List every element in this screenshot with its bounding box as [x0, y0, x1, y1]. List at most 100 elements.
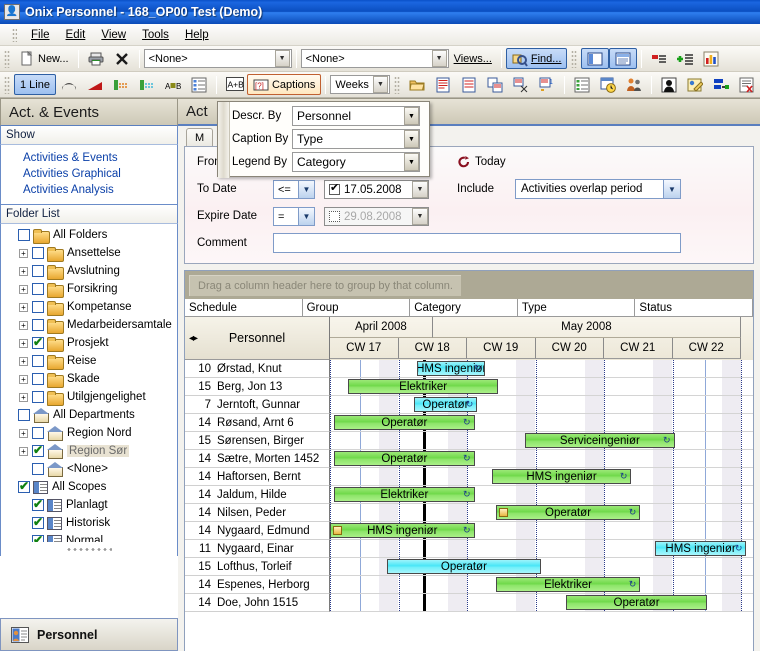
views-button[interactable]: Views... [449, 48, 497, 69]
chevron-down-icon[interactable]: ▼ [404, 107, 419, 125]
line-mode-button[interactable]: 1 Line [14, 74, 56, 95]
tree-checkbox[interactable] [32, 355, 44, 367]
column-header[interactable]: Group [302, 299, 411, 317]
tree-checkbox[interactable] [32, 515, 44, 529]
sidebar-resize-grip[interactable] [0, 542, 178, 556]
tree-item[interactable]: + Kompetanse [1, 298, 177, 316]
expand-icon[interactable]: + [19, 428, 28, 438]
gantt-bar[interactable]: Operatør ↻ [334, 451, 475, 466]
comment-input[interactable] [273, 233, 681, 253]
popup-drag-grip[interactable] [218, 102, 230, 178]
print-button[interactable] [83, 48, 109, 69]
tab-main[interactable]: M [186, 128, 214, 146]
timescale-combo[interactable]: Weeks ▼ [330, 75, 390, 94]
expand-icon[interactable]: + [19, 338, 28, 348]
calendar-dropdown-icon[interactable]: ▼ [412, 208, 428, 225]
details-list-button[interactable] [186, 74, 212, 95]
expand-icon[interactable]: + [19, 266, 28, 276]
new-button[interactable]: New... [14, 48, 74, 69]
expand-icon[interactable]: + [19, 284, 28, 294]
chevron-down-icon[interactable]: ▼ [431, 50, 447, 67]
sidebar-footer-personnel[interactable]: Personnel [0, 618, 178, 651]
filter-combo-1[interactable]: <None> ▼ [143, 49, 292, 68]
paste-record-button[interactable]: 1 [534, 74, 560, 95]
filter-combo-2[interactable]: <None> ▼ [300, 49, 449, 68]
group-by-bar[interactable]: Drag a column header here to group by th… [185, 271, 753, 299]
calendar-dropdown-icon[interactable]: ▼ [412, 181, 428, 198]
a-b-button[interactable]: AB [160, 74, 186, 95]
chevron-down-icon[interactable]: ▼ [404, 153, 419, 171]
new-record-button[interactable] [430, 74, 456, 95]
tree-item[interactable]: + Region Sør [1, 442, 177, 460]
menu-item-file[interactable]: File [23, 27, 58, 43]
ab-toggle-button[interactable]: A+B [221, 74, 247, 95]
tree-checkbox[interactable] [32, 335, 44, 349]
tree-item[interactable]: + Medarbeidersamtale [1, 316, 177, 334]
copy-record-button[interactable] [482, 74, 508, 95]
tree-checkbox[interactable] [32, 265, 44, 277]
expire-date-field[interactable]: 29.08.2008 ▼ [324, 207, 429, 226]
gantt-bar[interactable]: Operatør [566, 595, 707, 610]
chevron-down-icon[interactable]: ▼ [663, 180, 680, 198]
to-date-field[interactable]: 17.05.2008 ▼ [324, 180, 429, 199]
gantt-row[interactable]: 14 Røsand, Arnt 6 Operatør ↻ [185, 414, 753, 432]
gantt-bar[interactable]: Elektriker ↻ [495, 577, 641, 592]
find-button[interactable]: Find... [505, 48, 568, 69]
triangle-button[interactable] [82, 74, 108, 95]
to-date-operator[interactable]: <= ▼ [273, 180, 315, 199]
edit-person-button[interactable] [682, 74, 708, 95]
view-toolbar-grip[interactable] [4, 75, 10, 94]
gantt-row[interactable]: 14 Espenes, Herborg Elektriker ↻ [185, 576, 753, 594]
captions-button[interactable]: [?] Captions [246, 74, 322, 95]
gantt-row[interactable]: 10 Ørstad, Knut HMS ingeniør ↻ [185, 360, 753, 378]
tree-checkbox[interactable] [32, 391, 44, 403]
gantt-row[interactable]: 15 Berg, Jon 13 Elektriker [185, 378, 753, 396]
gantt-bar[interactable]: HMS ingeniør ↻ [330, 523, 475, 538]
legend-by-combo[interactable]: Category ▼ [292, 152, 420, 172]
tree-checkbox[interactable] [32, 443, 44, 457]
expand-icon[interactable]: + [19, 320, 28, 330]
tree-item[interactable]: <None> [1, 460, 177, 478]
chevron-down-icon[interactable]: ▼ [274, 50, 290, 67]
tree-checkbox[interactable] [32, 283, 44, 295]
sidebar-link-activities-events[interactable]: Activities & Events [1, 150, 177, 166]
tree-checkbox[interactable] [32, 373, 44, 385]
tree-checkbox[interactable] [32, 427, 44, 439]
tree-checkbox[interactable] [32, 533, 44, 542]
expire-date-operator[interactable]: = ▼ [273, 207, 315, 226]
gantt-bar[interactable]: HMS ingeniør ↻ [654, 541, 747, 556]
move-right-button[interactable] [708, 74, 734, 95]
caption-by-combo[interactable]: Type ▼ [292, 129, 420, 149]
tree-checkbox[interactable] [32, 301, 44, 313]
tree-item[interactable]: + Utilgjengelighet [1, 388, 177, 406]
today-button[interactable]: Today [457, 155, 506, 169]
tree-checkbox[interactable] [18, 409, 30, 421]
tree-checkbox[interactable] [32, 247, 44, 259]
gantt-bar[interactable]: Operatør [386, 559, 541, 574]
tree-item[interactable]: Historisk [1, 514, 177, 532]
gantt-bar[interactable]: Elektriker [348, 379, 498, 394]
gantt-bar[interactable]: HMS ingeniør ↻ [491, 469, 632, 484]
report-button[interactable] [734, 74, 760, 95]
gantt-row[interactable]: 14 Haftorsen, Bernt HMS ingeniør ↻ [185, 468, 753, 486]
menu-item-tools[interactable]: Tools [134, 27, 177, 43]
tree-item[interactable]: + Avslutning [1, 262, 177, 280]
gantt-bar[interactable]: HMS ingeniør ↻ [416, 361, 486, 376]
left-pane-button[interactable] [581, 48, 610, 69]
column-header[interactable]: Schedule [185, 299, 303, 317]
captions-popup[interactable]: Descr. By Personnel ▼ Caption By Type ▼ Le… [217, 101, 430, 178]
expand-icon[interactable]: + [19, 356, 28, 366]
view-toolbar-grip-2[interactable] [394, 75, 400, 94]
tree-item[interactable]: Planlagt [1, 496, 177, 514]
gantt-row[interactable]: 11 Nygaard, Einar HMS ingeniør ↻ [185, 540, 753, 558]
sidebar-link-activities-graphical[interactable]: Activities Graphical [1, 166, 177, 182]
chevron-down-icon[interactable]: ▼ [404, 130, 419, 148]
delete-button[interactable] [109, 48, 135, 69]
expand-icon[interactable]: + [19, 446, 28, 456]
expand-icon[interactable]: + [19, 248, 28, 258]
tree-item[interactable]: All Scopes [1, 478, 177, 496]
tree-checkbox[interactable] [32, 463, 44, 475]
chevron-down-icon[interactable]: ▼ [298, 208, 314, 225]
column-header[interactable]: Status [635, 299, 753, 317]
tree-item[interactable]: + Skade [1, 370, 177, 388]
